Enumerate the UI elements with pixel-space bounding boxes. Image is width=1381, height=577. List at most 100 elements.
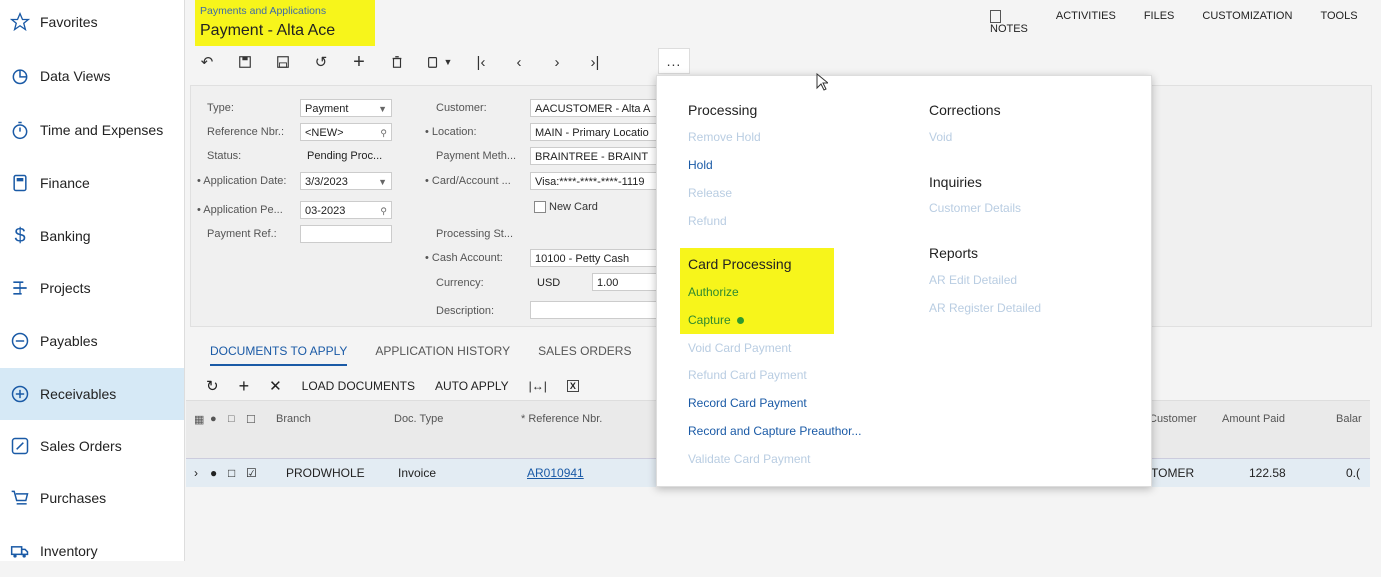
appdate-field[interactable]: 3/3/2023 ▼ [300, 172, 392, 190]
sidebar-item-label: Finance [40, 175, 90, 191]
cash-label: • Cash Account: [425, 252, 503, 264]
menu-item-remove-hold[interactable]: Remove Hold [688, 130, 761, 144]
sidebar-item-sales-orders[interactable]: Sales Orders [0, 420, 184, 472]
select-all-checkbox[interactable]: ☐ [246, 413, 256, 426]
payref-label: Payment Ref.: [207, 228, 277, 240]
appdate-label: • Application Date: [197, 175, 287, 187]
last-icon[interactable]: ›| [584, 51, 606, 73]
minus-circle-icon [9, 330, 31, 352]
ref-field[interactable]: <NEW> ⚲ [300, 123, 392, 141]
more-actions-button[interactable]: ... [658, 48, 690, 74]
sidebar-item-label: Projects [40, 280, 91, 296]
row-checkbox[interactable]: ☑ [246, 459, 257, 487]
column-header-amount-paid[interactable]: Amount Paid [1222, 413, 1285, 425]
sidebar-item-label: Time and Expenses [40, 122, 164, 138]
menu-item-void[interactable]: Void [929, 130, 952, 144]
add-row-icon[interactable]: + [239, 376, 250, 397]
first-icon[interactable]: |‹ [470, 51, 492, 73]
sidebar-item-payables[interactable]: Payables [0, 315, 184, 367]
export-excel-icon[interactable]: X [566, 380, 579, 392]
column-header-reference-nbr[interactable]: * Reference Nbr. [521, 413, 602, 425]
sidebar-item-data-views[interactable]: Data Views [0, 50, 184, 102]
back-icon[interactable]: ↶ [196, 51, 218, 73]
sidebar-item-projects[interactable]: Projects [0, 262, 184, 314]
undo-icon[interactable]: ↺ [310, 51, 332, 73]
cell-reference-link[interactable]: AR010941 [527, 459, 584, 487]
menu-item-validate-card-payment[interactable]: Validate Card Payment [688, 452, 811, 466]
procst-label: Processing St... [436, 228, 514, 240]
apppe-field[interactable]: 03-2023 ⚲ [300, 201, 392, 219]
menu-item-void-card-payment[interactable]: Void Card Payment [688, 341, 791, 355]
notes-link[interactable]: NOTES [990, 10, 1028, 35]
stopwatch-icon [9, 119, 31, 141]
paymeth-label: Payment Meth... [436, 150, 517, 162]
sidebar-item-purchases[interactable]: Purchases [0, 472, 184, 524]
menu-item-capture[interactable]: Capture [688, 313, 744, 327]
desc-field[interactable] [530, 301, 657, 319]
desc-label: Description: [436, 305, 495, 317]
sidebar-item-label: Receivables [40, 386, 117, 402]
cell-balance: 0.( [1346, 466, 1361, 480]
tab-sales-orders[interactable]: SALES ORDERS [538, 344, 631, 366]
menu-item-refund-card-payment[interactable]: Refund Card Payment [688, 368, 807, 382]
menu-item-record-and-capture[interactable]: Record and Capture Preauthor... [688, 424, 861, 438]
next-icon[interactable]: › [546, 51, 568, 73]
document-icon: □ [228, 466, 236, 480]
tools-link[interactable]: TOOLS [1320, 10, 1357, 35]
auto-apply-button[interactable]: AUTO APPLY [435, 379, 509, 393]
sidebar-item-favorites[interactable]: Favorites [0, 0, 184, 48]
delete-icon[interactable] [386, 51, 408, 73]
cell-branch: PRODWHOLE [286, 466, 365, 480]
column-header-customer[interactable]: Customer [1149, 413, 1197, 425]
rate-field[interactable]: 1.00 [592, 273, 657, 291]
type-select[interactable]: Payment ▼ [300, 99, 392, 117]
location-field[interactable]: MAIN - Primary Locatio [530, 123, 657, 141]
top-links: NOTES ACTIVITIES FILES CUSTOMIZATION TOO… [990, 10, 1381, 35]
column-header-branch[interactable]: Branch [276, 413, 311, 425]
menu-item-customer-details[interactable]: Customer Details [929, 201, 1021, 215]
copy-paste-icon[interactable]: ▼ [424, 51, 454, 73]
sidebar-item-label: Inventory [40, 543, 98, 559]
customization-link[interactable]: CUSTOMIZATION [1202, 10, 1292, 35]
delete-row-icon[interactable]: ✕ [269, 377, 282, 395]
tab-application-history[interactable]: APPLICATION HISTORY [375, 344, 510, 366]
expand-icon[interactable]: › [194, 459, 198, 487]
breadcrumb[interactable]: Payments and Applications [200, 5, 326, 17]
refresh-icon[interactable]: ↻ [206, 377, 219, 395]
payref-field[interactable] [300, 225, 392, 243]
search-icon: ⚲ [380, 206, 387, 216]
files-link[interactable]: FILES [1144, 10, 1175, 35]
menu-item-release[interactable]: Release [688, 186, 732, 200]
page-title: Payment - Alta Ace [200, 22, 336, 39]
cell-customer: TOMER [1151, 466, 1195, 480]
customer-field[interactable]: AACUSTOMER - Alta A [530, 99, 657, 117]
prev-icon[interactable]: ‹ [508, 51, 530, 73]
menu-item-ar-edit-detailed[interactable]: AR Edit Detailed [929, 273, 1017, 287]
column-header-balance[interactable]: Balar [1336, 413, 1362, 425]
menu-item-authorize[interactable]: Authorize [688, 285, 739, 299]
fit-columns-icon[interactable]: |↔| [529, 379, 547, 393]
calculator-icon [9, 172, 31, 194]
load-documents-button[interactable]: LOAD DOCUMENTS [302, 379, 415, 393]
menu-item-record-card-payment[interactable]: Record Card Payment [688, 396, 807, 410]
sidebar-item-time-and-expenses[interactable]: Time and Expenses [0, 104, 184, 156]
paymeth-field[interactable]: BRAINTREE - BRAINT [530, 147, 657, 165]
sidebar-item-inventory[interactable]: Inventory [0, 525, 184, 577]
dollar-icon: $ [14, 224, 26, 247]
card-field[interactable]: Visa:****-****-****-1119 [530, 172, 657, 190]
menu-item-hold[interactable]: Hold [688, 158, 713, 172]
activities-link[interactable]: ACTIVITIES [1056, 10, 1116, 35]
column-header-doc-type[interactable]: Doc. Type [394, 413, 443, 425]
menu-item-ar-register-detailed[interactable]: AR Register Detailed [929, 301, 1041, 315]
new-card-checkbox[interactable]: New Card [534, 201, 598, 214]
cash-field[interactable]: 10100 - Petty Cash [530, 249, 657, 267]
sidebar-item-finance[interactable]: Finance [0, 157, 184, 209]
sidebar-item-label: Payables [40, 333, 98, 349]
tab-documents-to-apply[interactable]: DOCUMENTS TO APPLY [210, 344, 348, 366]
save-close-icon[interactable] [234, 51, 256, 73]
sidebar-item-banking[interactable]: $ Banking [0, 210, 184, 262]
save-icon[interactable] [272, 51, 294, 73]
add-icon[interactable]: + [348, 51, 370, 73]
sidebar-item-receivables[interactable]: Receivables [0, 368, 184, 420]
menu-item-refund[interactable]: Refund [688, 214, 727, 228]
